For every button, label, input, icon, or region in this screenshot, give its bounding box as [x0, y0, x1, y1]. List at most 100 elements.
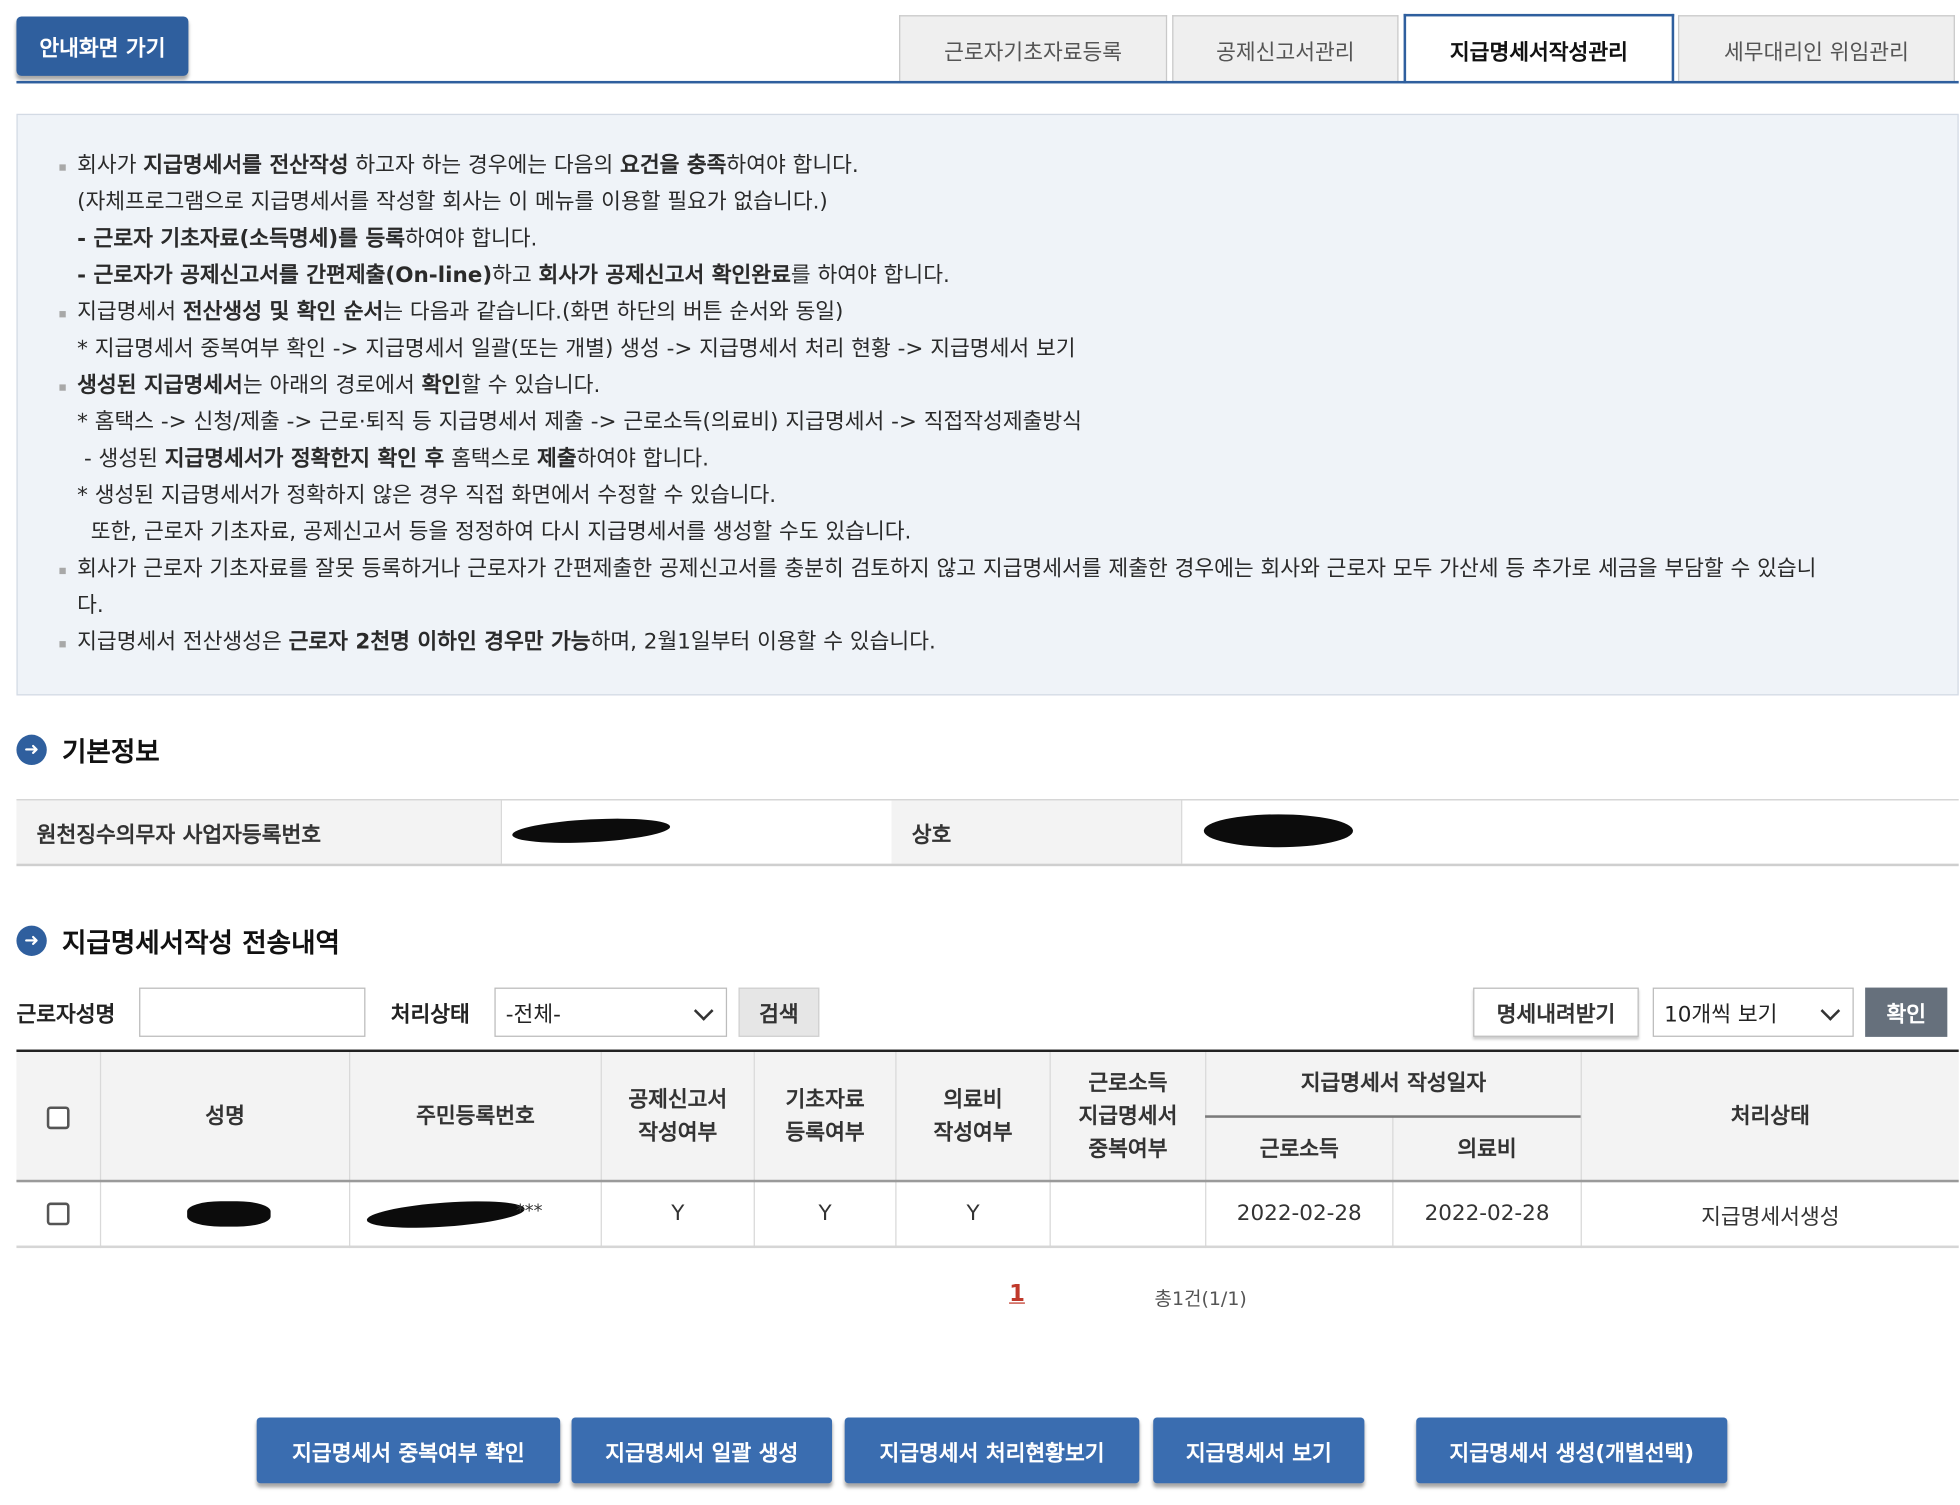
notice-emphasis: 회사가 공제신고서 확인완료 [538, 263, 791, 289]
notice-text: - 생성된 [77, 446, 165, 472]
header-status: 처리상태 [1730, 1103, 1810, 1129]
info-table-bottom-border [16, 863, 1959, 867]
header-duplicate: 근로소득 지급명세서 중복여부 [1078, 1070, 1178, 1162]
section-arrow-icon: ➜ [16, 734, 47, 766]
basic-info-title: 기본정보 [61, 737, 160, 768]
notice-emphasis: 지급명세서를 전산작성 [143, 153, 349, 179]
notice-text: 하여야 합니다. [405, 226, 538, 252]
check-duplicate-button[interactable]: 지급명세서 중복여부 확인 [256, 1417, 561, 1484]
notice-text: 는 아래의 경로에서 [242, 373, 422, 399]
history-title: 지급명세서작성 전송내역 [61, 928, 340, 959]
notice-text: * 홈택스 -> 신청/제출 -> 근로·퇴직 등 지급명세서 제출 -> 근로… [77, 409, 1082, 435]
chevron-down-icon [693, 1001, 714, 1021]
tab-worker-basic-data[interactable]: 근로자기초자료등록 [899, 15, 1168, 83]
notice-text: 하며, 2월1일부터 이용할 수 있습니다. [590, 629, 936, 656]
notice-text: (자체프로그램으로 지급명세서를 작성할 회사는 이 메뉴를 이용할 필요가 없… [77, 189, 828, 215]
notice-line: 회사가 지급명세서를 전산작성 하고자 하는 경우에는 다음의 요건을 충족하여… [77, 150, 859, 180]
page-size-select[interactable]: 10개씩 보기 [1652, 987, 1854, 1037]
notice-emphasis: 지급명세서가 정확한지 확인 후 [164, 446, 445, 472]
confirm-button[interactable]: 확인 [1865, 987, 1948, 1037]
header-name: 성명 [205, 1103, 245, 1129]
tab-deduction-report[interactable]: 공제신고서관리 [1172, 15, 1399, 83]
divider [1181, 800, 1183, 864]
total-count: 총1건(1/1) [1154, 1287, 1247, 1311]
notice-line: 생성된 지급명세서는 아래의 경로에서 확인할 수 있습니다. [77, 370, 600, 400]
cell-deduction: Y [671, 1201, 685, 1227]
notice-line: - 생성된 지급명세서가 정확한지 확인 후 홈택스로 제출하여야 합니다. [77, 444, 709, 474]
notice-line: (자체프로그램으로 지급명세서를 작성할 회사는 이 메뉴를 이용할 필요가 없… [77, 187, 828, 217]
header-rrn: 주민등록번호 [416, 1103, 535, 1129]
notice-emphasis: 제출 [537, 446, 577, 472]
cell-date-medical: 2022-02-28 [1424, 1201, 1550, 1227]
cell-medical: Y [966, 1201, 980, 1227]
select-all-checkbox[interactable] [46, 1106, 70, 1130]
tab-underline [16, 80, 1959, 84]
notice-line: 다. [77, 591, 104, 621]
notice-text: 하고 [492, 263, 539, 289]
header-basic-data: 기초자료 등록여부 [785, 1086, 865, 1146]
status-label: 처리상태 [390, 1002, 470, 1029]
notice-line: * 생성된 지급명세서가 정확하지 않은 경우 직접 화면에서 수정할 수 있습… [77, 481, 776, 511]
notice-bullet [59, 164, 66, 171]
notice-text: 회사가 근로자 기초자료를 잘못 등록하거나 근로자가 간편제출한 공제신고서를… [77, 556, 1817, 582]
notice-text: 를 하여야 합니다. [790, 263, 950, 289]
cell-basic-data: Y [818, 1201, 832, 1227]
tab-payment-statement[interactable]: 지급명세서작성관리 [1403, 13, 1675, 84]
notice-text: 다. [77, 593, 104, 619]
worker-name-input[interactable] [139, 987, 366, 1037]
notice-bullet [59, 567, 66, 575]
biz-no-label: 원천징수의무자 사업자등록번호 [16, 800, 501, 864]
search-button[interactable]: 검색 [738, 987, 820, 1037]
notice-line: 또한, 근로자 기초자료, 공제신고서 등을 정정하여 다시 지급명세서를 생성… [77, 517, 912, 547]
page-link-1[interactable]: 1 [1009, 1281, 1025, 1308]
notice-emphasis: - 근로자 기초자료(소득명세)를 등록 [77, 226, 406, 252]
status-select[interactable]: -전체- [494, 987, 728, 1037]
header-date-income: 근로소득 [1259, 1136, 1339, 1162]
tab-tax-agent-delegation[interactable]: 세무대리인 위임관리 [1677, 15, 1955, 83]
notice-emphasis: 요건을 충족 [620, 153, 727, 179]
notice-text: 회사가 [77, 153, 144, 179]
notice-line: * 홈택스 -> 신청/제출 -> 근로·퇴직 등 지급명세서 제출 -> 근로… [77, 407, 1082, 437]
notice-text: 할 수 있습니다. [461, 373, 601, 399]
rrn-mask: *** [515, 1201, 543, 1222]
notice-text: 또한, 근로자 기초자료, 공제신고서 등을 정정하여 다시 지급명세서를 생성… [77, 519, 912, 545]
notice-line: - 근로자 기초자료(소득명세)를 등록하여야 합니다. [77, 224, 537, 254]
notice-bullet [59, 384, 66, 391]
notice-emphasis: 근로자 2천명 이하인 경우만 가능 [288, 629, 591, 656]
cell-date-income: 2022-02-28 [1236, 1201, 1362, 1227]
notice-text: 홈택스로 [444, 446, 538, 472]
notice-box: 회사가 지급명세서를 전산작성 하고자 하는 경우에는 다음의 요건을 충족하여… [16, 113, 1959, 696]
notice-line: * 지급명세서 중복여부 확인 -> 지급명세서 일괄(또는 개별) 생성 ->… [77, 334, 1075, 364]
notice-line: - 근로자가 공제신고서를 간편제출(On-line)하고 회사가 공제신고서 … [77, 260, 950, 290]
header-deduction: 공제신고서 작성여부 [628, 1086, 728, 1146]
company-name-redaction [1203, 814, 1354, 848]
notice-text: 지급명세서 [77, 299, 183, 325]
notice-text: 하여야 합니다. [726, 153, 859, 179]
notice-text: 하여야 합니다. [576, 446, 709, 472]
processing-status-button[interactable]: 지급명세서 처리현황보기 [844, 1417, 1140, 1484]
notice-text: 는 다음과 같습니다.(화면 하단의 버튼 순서와 동일) [383, 299, 844, 325]
chevron-down-icon [1820, 1001, 1841, 1021]
view-statement-button[interactable]: 지급명세서 보기 [1153, 1417, 1365, 1484]
notice-text: * 지급명세서 중복여부 확인 -> 지급명세서 일괄(또는 개별) 생성 ->… [77, 336, 1076, 362]
notice-emphasis: 생성된 지급명세서 [77, 373, 243, 399]
notice-emphasis: - 근로자가 공제신고서를 간편제출(On-line) [77, 263, 493, 289]
cell-status: 지급명세서생성 [1701, 1204, 1840, 1230]
generate-individual-button[interactable]: 지급명세서 생성(개별선택) [1416, 1417, 1728, 1484]
worker-name-label: 근로자성명 [16, 1002, 116, 1029]
header-date-medical: 의료비 [1457, 1136, 1517, 1162]
bulk-generate-button[interactable]: 지급명세서 일괄 생성 [571, 1417, 833, 1484]
table-bottom-border [16, 1245, 1959, 1249]
notice-text: 지급명세서 전산생성은 [77, 629, 289, 656]
section-arrow-icon: ➜ [16, 925, 47, 956]
notice-text: * 생성된 지급명세서가 정확하지 않은 경우 직접 화면에서 수정할 수 있습… [77, 483, 777, 509]
row-checkbox[interactable] [46, 1202, 70, 1226]
home-guide-button[interactable]: 안내화면 가기 [16, 16, 189, 76]
cell-duplicate [1051, 1182, 1205, 1245]
header-date-group: 지급명세서 작성일자 [1300, 1071, 1487, 1097]
header-medical: 의료비 작성여부 [933, 1086, 1013, 1146]
biz-no-redaction [511, 815, 671, 847]
download-details-button[interactable]: 명세내려받기 [1473, 987, 1639, 1037]
company-name-label: 상호 [891, 800, 1182, 864]
name-redaction [187, 1201, 271, 1227]
